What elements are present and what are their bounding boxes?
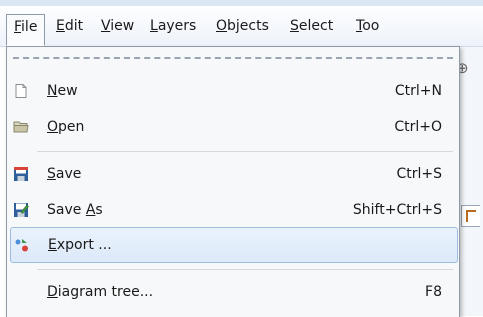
shortcut-diagram-tree: F8 [425,284,442,300]
menu-separator [37,151,453,152]
menu-objects-mnemonic: O [216,18,228,34]
menu-file[interactable]: File [6,14,46,46]
menu-file-mnemonic: F [14,19,22,35]
menubar: File Edit View Layers Objects Select Too [0,6,483,47]
menu-tools-label: oo [362,18,380,34]
save-as-icon [14,203,29,217]
ruler-tab-icon[interactable] [461,205,480,227]
shortcut-open: Ctrl+O [394,119,442,135]
menu-item-save-label: Save [47,166,82,182]
menu-select-mnemonic: S [290,18,299,34]
new-document-icon [15,84,27,98]
export-icon [15,239,28,252]
menu-item-new[interactable]: New Ctrl+N [10,74,456,108]
file-menu-dropdown: New Ctrl+N Open Ctrl+O Save Ctrl+S Save … [6,46,460,317]
menu-item-save-as[interactable]: Save As Shift+Ctrl+S [10,193,456,227]
shortcut-save-as: Shift+Ctrl+S [352,202,442,218]
menu-edit[interactable]: Edit [54,14,85,38]
menu-item-export-label: Export ... [48,237,112,253]
menu-item-export[interactable]: Export ... [10,227,458,263]
folder-icon [13,121,29,133]
menu-layers-label: ayers [157,18,197,34]
menu-item-open[interactable]: Open Ctrl+O [10,110,456,144]
menu-layers[interactable]: Layers [148,14,198,38]
menu-item-open-label: Open [47,119,85,135]
menu-item-new-label: New [47,83,78,99]
menu-objects[interactable]: Objects [214,14,271,38]
menu-edit-label: dit [64,18,84,34]
menu-objects-label: bjects [227,18,269,34]
menu-tools[interactable]: Too [354,14,381,38]
menu-file-label: ile [21,19,38,35]
menu-view[interactable]: View [99,14,136,38]
menu-item-diagram-tree-label: Diagram tree... [47,284,154,300]
menu-item-save[interactable]: Save Ctrl+S [10,157,456,191]
menu-separator [37,269,453,270]
menu-tearoff-line[interactable] [13,57,453,59]
shortcut-save: Ctrl+S [396,166,442,182]
menu-edit-mnemonic: E [56,18,65,34]
menu-item-save-as-label: Save As [47,202,103,218]
menu-layers-mnemonic: L [150,18,158,34]
menu-select-label: elect [298,18,334,34]
save-icon [14,167,28,181]
menu-select[interactable]: Select [288,14,335,38]
menu-view-label: iew [110,18,135,34]
menu-item-diagram-tree[interactable]: Diagram tree... F8 [10,275,456,309]
shortcut-new: Ctrl+N [394,83,442,99]
menu-view-mnemonic: V [101,18,111,34]
